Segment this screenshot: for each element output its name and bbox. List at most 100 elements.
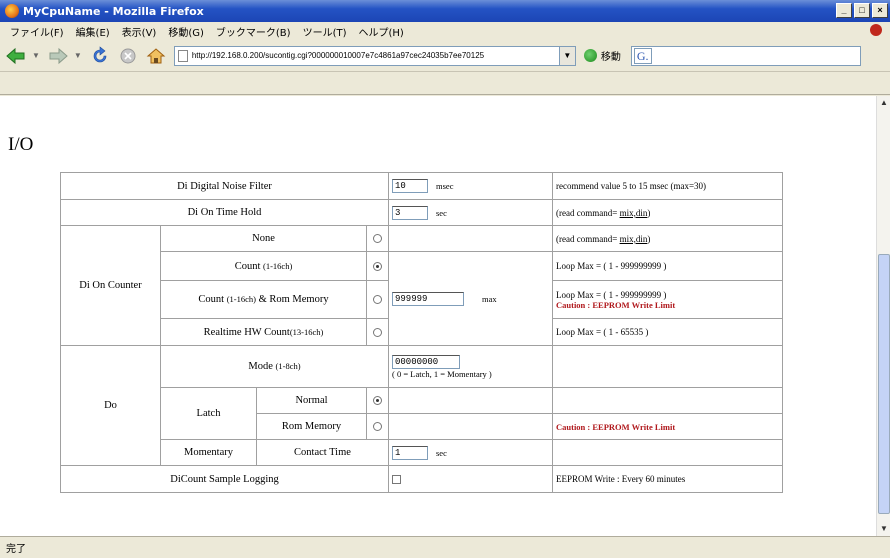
empty-cell — [552, 345, 783, 388]
menu-help[interactable]: ヘルプ(H) — [353, 24, 410, 39]
do-mode-input[interactable]: 00000000 — [392, 354, 460, 369]
noise-filter-input[interactable]: 10 — [392, 179, 428, 193]
di-on-counter-label: Di On Counter — [60, 225, 161, 346]
navigation-toolbar: ▼ ▼ http://192.168.0.200/sucontig.cgi?00… — [0, 40, 890, 72]
counter-none-cell — [366, 225, 389, 252]
status-text: 完了 — [6, 544, 26, 555]
maximize-button[interactable]: □ — [854, 3, 870, 18]
menu-tools[interactable]: ツール(T) — [297, 24, 353, 39]
close-button[interactable]: × — [872, 3, 888, 18]
menu-edit[interactable]: 編集(E) — [70, 24, 116, 39]
counter-count-note: Loop Max = ( 1 - 999999999 ) — [552, 251, 783, 281]
do-contact-unit: sec — [436, 447, 447, 458]
do-rom-label: Rom Memory — [256, 413, 367, 440]
rom-label-a: Count — [198, 294, 225, 305]
do-normal-label: Normal — [256, 387, 367, 414]
page-icon — [177, 49, 188, 62]
count-label: Count — [234, 260, 261, 272]
scroll-up-icon[interactable]: ▲ — [877, 96, 890, 110]
noise-filter-unit: msec — [436, 181, 454, 191]
table-row: Di On Counter None (read command= mix,di… — [60, 225, 783, 346]
table-row: Di Digital Noise Filter 10 msec recommend… — [60, 172, 783, 200]
counter-realtime-cell — [366, 318, 389, 346]
do-momentary-label: Momentary — [160, 439, 257, 466]
go-icon — [583, 49, 597, 62]
empty-cell — [388, 387, 553, 414]
rom-caution-text: Caution : EEPROM Write Limit — [556, 299, 676, 310]
counter-none-radio[interactable] — [373, 234, 382, 244]
forward-dropdown-icon[interactable]: ▼ — [74, 51, 82, 60]
back-dropdown-icon[interactable]: ▼ — [32, 51, 40, 60]
counter-realtime-note: Loop Max = ( 1 - 65535 ) — [552, 318, 783, 346]
menu-file[interactable]: ファイル(F) — [4, 24, 70, 39]
url-dropdown-icon[interactable]: ▼ — [559, 45, 576, 66]
note-prefix: (read command= — [556, 233, 620, 244]
do-latch-label: Latch — [160, 387, 257, 440]
address-bar[interactable]: http://192.168.0.200/sucontig.cgi?000000… — [173, 45, 560, 66]
search-input[interactable]: G. — [630, 45, 861, 66]
empty-cell — [552, 439, 783, 466]
window-controls: _ □ × — [836, 3, 888, 18]
counter-count-label: Count (1-16ch) — [160, 251, 367, 281]
back-icon[interactable] — [4, 44, 28, 68]
minimize-button[interactable]: _ — [836, 3, 852, 18]
noise-filter-note: recommend value 5 to 15 msec (max=30) — [552, 172, 783, 200]
scroll-down-icon[interactable]: ▼ — [877, 522, 890, 536]
read-command-link[interactable]: mix,din — [620, 234, 648, 244]
do-label: Do — [60, 345, 161, 466]
table-row: Count (1-16ch) 999999 max Loop Max = ( 1 … — [61, 251, 783, 346]
counter-max-input[interactable]: 999999 — [392, 291, 464, 306]
do-normal-cell — [366, 387, 389, 414]
forward-icon[interactable] — [46, 44, 70, 68]
rom-sub: (1-16ch) — [226, 294, 256, 304]
menu-bookmarks[interactable]: ブックマーク(B) — [210, 24, 297, 39]
logging-checkbox[interactable] — [392, 474, 401, 484]
do-mode-label: Mode (1-8ch) — [160, 345, 389, 388]
browser-window: MyCpuName - Mozilla Firefox _ □ × ファイル(F… — [0, 0, 890, 558]
stop-button-icon[interactable] — [116, 44, 140, 68]
menu-view[interactable]: 表示(V) — [116, 24, 163, 39]
counter-none-note: (read command= mix,din) — [552, 225, 783, 252]
counter-count-radio[interactable] — [373, 261, 382, 271]
reload-icon[interactable] — [88, 44, 112, 68]
search-engine-icon[interactable]: G. — [633, 47, 652, 64]
menu-go[interactable]: 移動(G) — [162, 24, 210, 39]
counter-realtime-radio[interactable] — [373, 327, 382, 337]
scrollbar-thumb[interactable] — [878, 254, 890, 514]
noise-filter-cell: 10 msec — [388, 172, 553, 200]
status-bar: 完了 — [0, 536, 890, 558]
table-row: Di On Time Hold 3 sec (read command= mix,… — [60, 199, 783, 226]
on-time-hold-input[interactable]: 3 — [392, 205, 428, 220]
mode-sub: (1-8ch) — [275, 361, 301, 371]
counter-rom-radio[interactable] — [373, 295, 382, 305]
logging-note: EEPROM Write : Every 60 minutes — [552, 465, 783, 493]
do-normal-radio[interactable] — [373, 396, 382, 406]
do-rom-radio[interactable] — [373, 422, 382, 432]
mode-label: Mode — [248, 361, 273, 372]
do-mode-cell: 00000000 ( 0 = Latch, 1 = Momentary ) — [388, 345, 553, 388]
counter-count-cell — [366, 251, 389, 281]
do-rom-cell — [366, 413, 389, 440]
bookmarks-toolbar — [0, 73, 890, 95]
do-mode-hint: ( 0 = Latch, 1 = Momentary ) — [392, 368, 492, 379]
home-icon[interactable] — [144, 44, 168, 68]
vertical-scrollbar[interactable]: ▲ ▼ — [876, 96, 890, 536]
go-label: 移動 — [600, 52, 621, 63]
stop-icon[interactable] — [870, 24, 882, 36]
logging-cell — [388, 465, 553, 493]
read-command-link[interactable]: mix,din — [620, 208, 648, 218]
noise-filter-label: Di Digital Noise Filter — [60, 172, 389, 200]
do-contact-label: Contact Time — [256, 439, 389, 466]
note-prefix: (read command= — [556, 207, 620, 218]
count-sub: (1-16ch) — [263, 260, 293, 271]
note-suffix: ) — [647, 233, 651, 244]
page-title: I/O — [8, 134, 34, 155]
on-time-hold-unit: sec — [436, 207, 447, 218]
table-row: Momentary Contact Time 1 sec — [61, 439, 783, 466]
page-content: I/O Di Digital Noise Filter 10 msec recom… — [0, 96, 876, 536]
counter-max-cell: 999999 max — [388, 251, 553, 346]
go-button[interactable]: 移動 — [583, 48, 621, 63]
do-contact-input[interactable]: 1 — [392, 445, 428, 460]
logging-label: DiCount Sample Logging — [60, 465, 389, 493]
window-title: MyCpuName - Mozilla Firefox — [23, 4, 204, 18]
